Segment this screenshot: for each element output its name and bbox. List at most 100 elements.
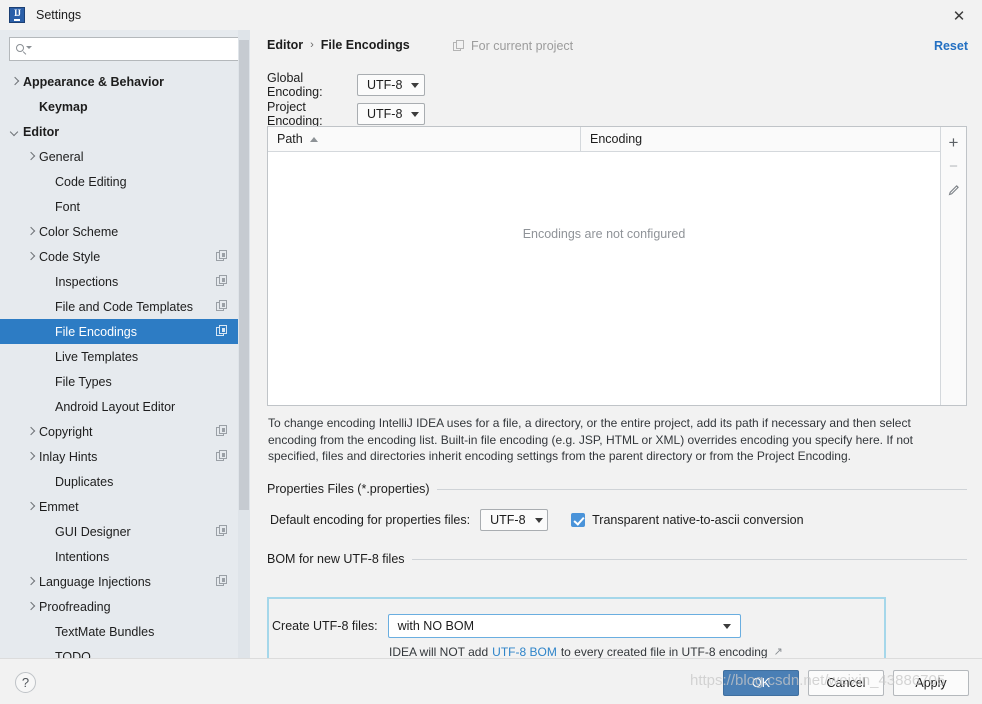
sidebar-item-live-templates[interactable]: Live Templates: [0, 344, 250, 369]
sidebar-item-inlay-hints[interactable]: Inlay Hints: [0, 444, 250, 469]
sidebar-item-label: Language Injections: [39, 574, 151, 589]
sidebar-scrollbar-track[interactable]: [238, 30, 250, 658]
chevron-right-icon[interactable]: [25, 251, 37, 263]
sidebar-item-label: Inlay Hints: [39, 449, 98, 464]
sidebar-item-inspections[interactable]: Inspections: [0, 269, 250, 294]
breadcrumb: Editor › File Encodings: [267, 38, 410, 52]
sidebar-item-todo[interactable]: TODO: [0, 644, 250, 659]
sidebar-item-textmate-bundles[interactable]: TextMate Bundles: [0, 619, 250, 644]
sidebar-item-label: Keymap: [39, 99, 88, 114]
sidebar-item-file-and-code-templates[interactable]: File and Code Templates: [0, 294, 250, 319]
ok-button[interactable]: OK: [723, 670, 799, 696]
bom-note-prefix: IDEA will NOT add: [389, 645, 489, 659]
sidebar-item-label: Font: [55, 199, 81, 214]
global-encoding-value: UTF-8: [367, 78, 403, 92]
create-utf8-combo[interactable]: with NO BOM: [387, 614, 741, 638]
chevron-right-icon[interactable]: [25, 426, 37, 438]
sidebar-item-gui-designer[interactable]: GUI Designer: [0, 519, 250, 544]
sidebar-item-copyright[interactable]: Copyright: [0, 419, 250, 444]
sidebar-item-label: Copyright: [39, 424, 93, 439]
sidebar-item-code-editing[interactable]: Code Editing: [0, 169, 250, 194]
sidebar-item-label: Code Style: [39, 249, 101, 264]
create-utf8-label: Create UTF-8 files:: [272, 619, 378, 633]
sidebar-item-label: File Types: [55, 374, 112, 389]
properties-encoding-combo[interactable]: UTF-8: [480, 509, 549, 531]
chevron-right-icon[interactable]: [25, 451, 37, 463]
add-encoding-button[interactable]: [942, 130, 966, 154]
column-header-path[interactable]: Path: [268, 127, 581, 151]
search-input[interactable]: [35, 41, 234, 57]
sidebar-item-font[interactable]: Font: [0, 194, 250, 219]
remove-encoding-button[interactable]: [942, 154, 966, 178]
sidebar-item-keymap[interactable]: Keymap: [0, 94, 250, 119]
bom-group-title: BOM for new UTF-8 files: [267, 552, 405, 566]
chevron-right-icon[interactable]: [25, 576, 37, 588]
project-scope-label: For current project: [471, 39, 574, 53]
project-scope-icon: [216, 300, 228, 312]
cancel-button[interactable]: Cancel: [808, 670, 884, 696]
sidebar-item-duplicates[interactable]: Duplicates: [0, 469, 250, 494]
dialog-footer: ? OK Cancel Apply: [0, 658, 982, 704]
utf8-bom-link[interactable]: UTF-8 BOM: [492, 645, 557, 659]
apply-button[interactable]: Apply: [893, 670, 969, 696]
search-wrapper: [0, 30, 250, 67]
sidebar-item-color-scheme[interactable]: Color Scheme: [0, 219, 250, 244]
sidebar-scrollbar-thumb[interactable]: [239, 40, 249, 510]
chevron-down-icon[interactable]: [9, 126, 21, 138]
window-title: Settings: [36, 8, 82, 22]
sidebar-item-editor[interactable]: Editor: [0, 119, 250, 144]
sidebar-item-label: GUI Designer: [55, 524, 131, 539]
create-utf8-row: Create UTF-8 files: with NO BOM: [272, 614, 741, 638]
settings-dialog: IJ Settings ✕ Appearance & Behavior Keyma…: [0, 0, 982, 704]
breadcrumb-parent[interactable]: Editor: [267, 38, 303, 52]
chevron-right-icon[interactable]: [25, 226, 37, 238]
column-header-encoding[interactable]: Encoding: [581, 127, 651, 151]
sidebar-item-emmet[interactable]: Emmet: [0, 494, 250, 519]
properties-group-title: Properties Files (*.properties): [267, 482, 430, 496]
chevron-right-icon[interactable]: [25, 151, 37, 163]
sidebar-item-file-types[interactable]: File Types: [0, 369, 250, 394]
sidebar-item-file-encodings[interactable]: File Encodings: [0, 319, 250, 344]
project-scope-icon: [453, 40, 465, 52]
native-to-ascii-checkbox-wrapper[interactable]: Transparent native-to-ascii conversion: [571, 513, 804, 527]
sidebar-item-intentions[interactable]: Intentions: [0, 544, 250, 569]
apply-button-label: Apply: [915, 676, 947, 690]
help-button[interactable]: ?: [15, 672, 36, 693]
edit-encoding-button[interactable]: [942, 178, 966, 202]
sidebar-item-code-style[interactable]: Code Style: [0, 244, 250, 269]
chevron-right-icon[interactable]: [25, 601, 37, 613]
global-encoding-combo[interactable]: UTF-8: [357, 74, 425, 96]
sidebar-item-label: Code Editing: [55, 174, 127, 189]
sidebar-item-language-injections[interactable]: Language Injections: [0, 569, 250, 594]
sidebar-item-android-layout-editor[interactable]: Android Layout Editor: [0, 394, 250, 419]
ok-button-label: OK: [751, 676, 771, 690]
search-box[interactable]: [9, 37, 241, 61]
sidebar-item-proofreading[interactable]: Proofreading: [0, 594, 250, 619]
native-to-ascii-checkbox[interactable]: [571, 513, 586, 527]
sidebar-item-appearance-behavior[interactable]: Appearance & Behavior: [0, 69, 250, 94]
project-encoding-combo[interactable]: UTF-8: [357, 103, 425, 125]
reset-link[interactable]: Reset: [934, 39, 968, 53]
chevron-right-icon[interactable]: [9, 76, 21, 88]
sidebar-item-label: File Encodings: [55, 324, 137, 339]
settings-tree: Appearance & Behavior Keymap Editor General…: [0, 69, 250, 658]
table-header-row: Path Encoding: [268, 127, 940, 152]
chevron-right-icon[interactable]: [25, 501, 37, 513]
create-utf8-value: with NO BOM: [397, 619, 474, 633]
help-paragraph: To change encoding IntelliJ IDEA uses fo…: [268, 416, 913, 463]
project-scope-icon: [216, 425, 228, 437]
sidebar-item-label: Emmet: [39, 499, 79, 514]
bom-group-header: BOM for new UTF-8 files: [267, 552, 967, 566]
close-icon[interactable]: ✕: [948, 5, 970, 27]
sidebar-item-general[interactable]: General: [0, 144, 250, 169]
sidebar-item-label: Appearance & Behavior: [23, 74, 165, 89]
